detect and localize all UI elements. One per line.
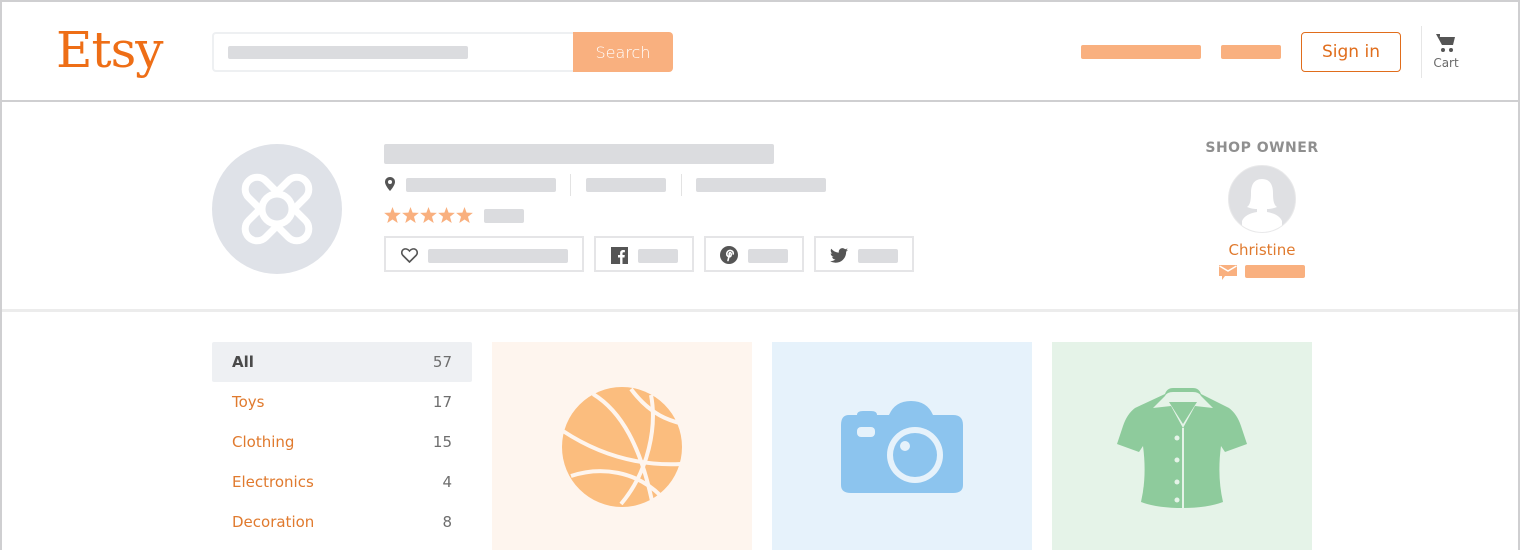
info-placeholder-3 (696, 178, 826, 192)
category-count: 17 (432, 393, 452, 411)
category-item-electronics[interactable]: Electronics 4 (212, 462, 472, 502)
category-name: Toys (232, 393, 265, 411)
page-frame: Etsy Search Sign in Cart SHOP OWNER Chri… (0, 0, 1520, 550)
facebook-label-placeholder (638, 249, 678, 263)
category-name: Decoration (232, 513, 315, 531)
cart-button[interactable]: Cart (1429, 32, 1463, 76)
location-placeholder (406, 178, 556, 192)
pinterest-share-button[interactable] (704, 236, 804, 272)
category-sidebar: All 57 Toys 17 Clothing 15 Electronics 4… (212, 342, 472, 542)
twitter-icon (830, 247, 848, 263)
listing-card-shirt[interactable] (1052, 342, 1312, 550)
category-name: All (232, 353, 254, 371)
search-placeholder (228, 46, 468, 59)
header-divider (1421, 26, 1422, 78)
user-silhouette-icon (1242, 179, 1282, 232)
favorite-shop-button[interactable] (384, 236, 584, 272)
category-name: Electronics (232, 473, 314, 491)
category-item-all[interactable]: All 57 (212, 342, 472, 382)
category-count: 57 (432, 353, 452, 371)
map-pin-icon (385, 177, 395, 191)
nav-link-placeholder-1[interactable] (1081, 45, 1201, 59)
message-icon (1219, 265, 1237, 280)
category-count: 15 (432, 433, 452, 451)
star-icon (402, 207, 419, 223)
favorite-label-placeholder (428, 249, 568, 263)
contact-owner-link[interactable] (1202, 264, 1322, 280)
category-count: 4 (442, 473, 452, 491)
star-icon (420, 207, 437, 223)
shirt-icon (1117, 388, 1247, 508)
info-separator (570, 174, 571, 196)
info-placeholder-2 (586, 178, 666, 192)
nav-link-placeholder-2[interactable] (1221, 45, 1281, 59)
shop-name-placeholder (384, 144, 774, 164)
info-separator (681, 174, 682, 196)
listing-card-basketball[interactable] (492, 342, 752, 550)
sign-in-button[interactable]: Sign in (1301, 32, 1401, 72)
contact-label-placeholder (1245, 265, 1305, 278)
facebook-share-button[interactable] (594, 236, 694, 272)
category-item-clothing[interactable]: Clothing 15 (212, 422, 472, 462)
bandage-icon (241, 173, 313, 245)
etsy-logo[interactable]: Etsy (56, 20, 163, 80)
listing-card-camera[interactable] (772, 342, 1032, 550)
category-count: 8 (442, 513, 452, 531)
shop-info-section: SHOP OWNER Christine (2, 104, 1518, 312)
search-input[interactable] (212, 32, 574, 72)
owner-name-link[interactable]: Christine (1202, 241, 1322, 259)
pinterest-icon (720, 246, 738, 264)
star-icon (438, 207, 455, 223)
category-name: Clothing (232, 433, 295, 451)
rating-stars (384, 207, 473, 223)
star-icon (384, 207, 401, 223)
cart-icon (1436, 34, 1455, 52)
twitter-share-button[interactable] (814, 236, 914, 272)
owner-avatar[interactable] (1228, 165, 1296, 233)
search-button[interactable]: Search (573, 32, 673, 72)
site-header: Etsy Search Sign in Cart (2, 2, 1518, 102)
rating-count-placeholder (484, 209, 524, 223)
category-item-toys[interactable]: Toys 17 (212, 382, 472, 422)
category-item-decoration[interactable]: Decoration 8 (212, 502, 472, 542)
shop-owner-panel: SHOP OWNER Christine (1202, 140, 1322, 280)
camera-icon (841, 401, 963, 493)
facebook-icon (610, 246, 628, 264)
basketball-icon (561, 387, 683, 507)
twitter-label-placeholder (858, 249, 898, 263)
cart-label: Cart (1433, 56, 1459, 70)
pinterest-label-placeholder (748, 249, 788, 263)
shop-avatar (212, 144, 342, 274)
star-icon (456, 207, 473, 223)
heart-icon (400, 247, 418, 263)
shop-owner-heading: SHOP OWNER (1205, 140, 1319, 156)
